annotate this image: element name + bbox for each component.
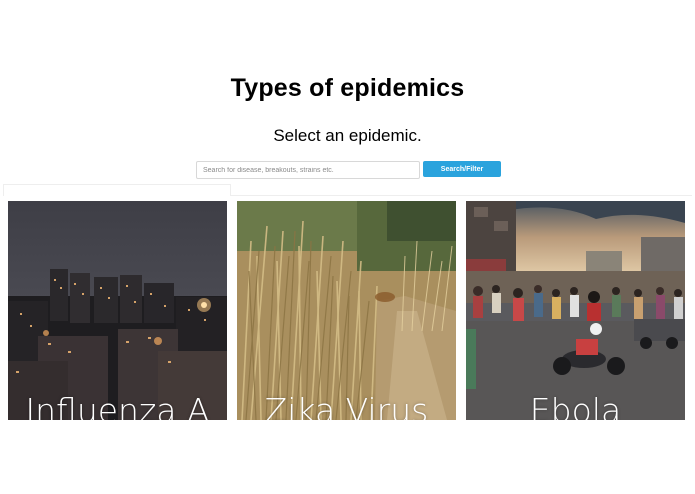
page-subtitle: Select an epidemic. bbox=[273, 126, 422, 145]
card-label: Zika Virus bbox=[264, 391, 429, 420]
epidemic-card-ebola[interactable]: Ebola bbox=[466, 201, 685, 420]
crowded-street-market-photo bbox=[466, 201, 685, 420]
page-title: Types of epidemics bbox=[230, 74, 465, 102]
epidemic-card-zika-virus[interactable]: Zika Virus bbox=[237, 201, 456, 420]
results-divider bbox=[231, 195, 692, 196]
epidemic-card-influenza-a[interactable]: Influenza A bbox=[8, 201, 227, 420]
card-label: Influenza A bbox=[25, 391, 210, 420]
search-input[interactable] bbox=[196, 161, 420, 179]
results-frame bbox=[3, 184, 231, 196]
night-city-skyline-photo bbox=[8, 201, 227, 420]
search-filter-button[interactable]: Search/Filter bbox=[423, 161, 501, 177]
tall-dry-grass-path-photo bbox=[237, 201, 456, 420]
card-label: Ebola bbox=[529, 391, 622, 420]
